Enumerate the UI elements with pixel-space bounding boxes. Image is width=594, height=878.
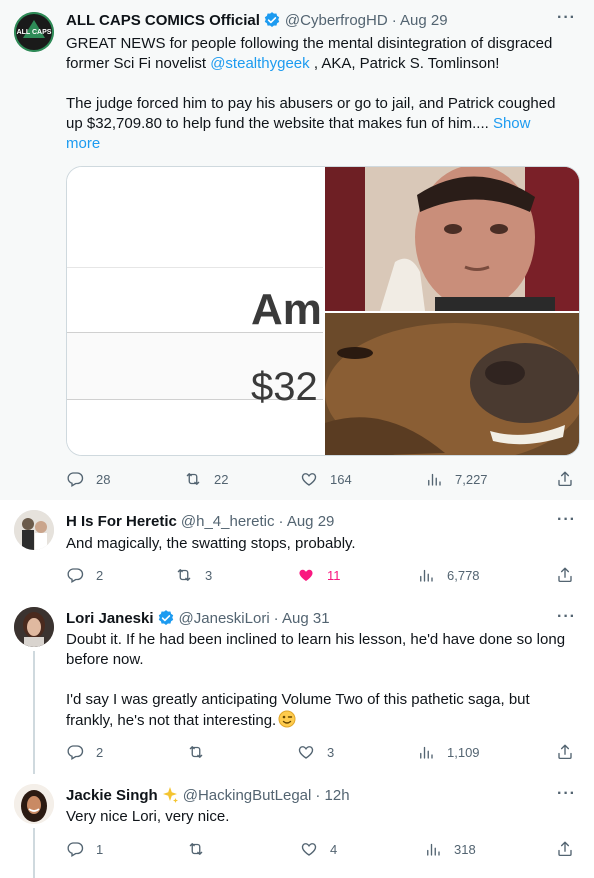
more-options-icon[interactable]: ··· — [557, 9, 576, 27]
views-icon — [417, 566, 435, 584]
tweet-time[interactable]: · Aug 29 — [279, 513, 335, 530]
retweet-button[interactable]: 3 — [175, 566, 212, 584]
reply-icon — [66, 566, 84, 584]
tweet-text: Doubt it. If he had been inclined to lea… — [66, 631, 566, 729]
author-handle[interactable]: @h_4_heretic — [181, 513, 275, 530]
reply-icon — [66, 743, 84, 761]
reply-tweet[interactable]: H Is For Heretic @h_4_heretic · Aug 29 ·… — [0, 500, 594, 597]
man-photo-icon — [325, 167, 579, 311]
reply-tweet[interactable]: Jackie Singh @HackingButLegal · 12h ··· … — [0, 774, 594, 878]
reply-button[interactable]: 2 — [66, 743, 103, 761]
like-filled-icon — [297, 566, 315, 584]
like-icon — [297, 743, 315, 761]
more-options-icon[interactable]: ··· — [557, 511, 576, 529]
retweet-button[interactable] — [187, 743, 217, 761]
views-button[interactable]: 6,778 — [417, 566, 480, 584]
reply-button[interactable]: 28 — [66, 470, 110, 488]
reply-icon — [66, 840, 84, 858]
like-icon — [300, 470, 318, 488]
retweet-icon — [184, 470, 202, 488]
like-button[interactable]: 164 — [300, 470, 352, 488]
retweet-button[interactable]: 22 — [184, 470, 228, 488]
views-button[interactable]: 1,109 — [417, 743, 480, 761]
retweet-icon — [175, 566, 193, 584]
tweet-text: GREAT NEWS for people following the ment… — [66, 35, 556, 152]
share-button[interactable] — [556, 840, 586, 858]
views-icon — [425, 470, 443, 488]
share-icon — [556, 470, 574, 488]
avatar[interactable] — [14, 510, 54, 550]
retweet-icon — [187, 743, 205, 761]
author-name[interactable]: Lori Janeski — [66, 610, 154, 627]
tweet-text: Very nice Lori, very nice. — [66, 808, 230, 825]
avatar[interactable]: ALL CAPS — [14, 12, 54, 52]
avatar-photo-icon — [14, 510, 54, 550]
author-handle[interactable]: @JaneskiLori — [179, 610, 270, 627]
show-more-link-cont[interactable]: more — [66, 135, 100, 152]
share-icon — [556, 840, 574, 858]
media-image-man-crying[interactable] — [325, 167, 579, 311]
author-handle[interactable]: @HackingButLegal — [183, 787, 312, 804]
tweet-actions: 28 22 164 7,227 — [66, 470, 581, 490]
mention-link[interactable]: @stealthygeek — [210, 55, 309, 72]
reply-button[interactable]: 1 — [66, 840, 103, 858]
author-handle[interactable]: @CyberfrogHD — [285, 12, 388, 29]
views-button[interactable]: 318 — [424, 840, 476, 858]
tweet-time[interactable]: · Aug 31 — [274, 610, 330, 627]
share-button[interactable] — [556, 470, 586, 488]
views-icon — [417, 743, 435, 761]
tweet-time[interactable]: · Aug 29 — [392, 12, 448, 29]
verified-badge-icon — [157, 609, 175, 627]
tweet-actions: 2 3 11 6,778 — [66, 566, 581, 586]
avatar[interactable] — [14, 607, 54, 647]
goat-photo-icon — [325, 313, 579, 455]
tweet-header: H Is For Heretic @h_4_heretic · Aug 29 — [66, 511, 334, 531]
like-button[interactable]: 11 — [297, 566, 341, 584]
avatar-photo-icon — [14, 784, 54, 824]
more-options-icon[interactable]: ··· — [557, 608, 576, 626]
tweet-header: ALL CAPS COMICS Official @CyberfrogHD · … — [66, 10, 448, 30]
all-caps-logo-icon: ALL CAPS — [14, 12, 54, 52]
tweet-text: And magically, the swatting stops, proba… — [66, 535, 356, 552]
like-button[interactable]: 4 — [300, 840, 337, 858]
like-icon — [300, 840, 318, 858]
reply-icon — [66, 470, 84, 488]
reply-tweet[interactable]: Lori Janeski @JaneskiLori · Aug 31 ··· D… — [0, 597, 594, 774]
share-button[interactable] — [556, 743, 586, 761]
tweet-header: Jackie Singh @HackingButLegal · 12h — [66, 785, 350, 805]
share-button[interactable] — [556, 566, 586, 584]
tweet-actions: 1 4 318 — [66, 840, 581, 860]
verified-badge-icon — [263, 11, 281, 29]
author-name[interactable]: ALL CAPS COMICS Official — [66, 12, 260, 29]
avatar[interactable] — [14, 784, 54, 824]
share-icon — [556, 743, 574, 761]
retweet-icon — [187, 840, 205, 858]
share-icon — [556, 566, 574, 584]
avatar-photo-icon — [14, 607, 54, 647]
media-image-goat[interactable] — [325, 313, 579, 455]
show-more-link[interactable]: Show — [489, 115, 531, 132]
reply-button[interactable]: 2 — [66, 566, 103, 584]
views-button[interactable]: 7,227 — [425, 470, 488, 488]
media-grid: Am $32 — [66, 166, 580, 456]
winking-face-icon — [278, 710, 296, 728]
author-name[interactable]: H Is For Heretic — [66, 513, 177, 530]
author-name[interactable]: Jackie Singh — [66, 787, 158, 804]
sparkles-icon — [162, 787, 178, 803]
main-tweet[interactable]: ALL CAPS ALL CAPS COMICS Official @Cyber… — [0, 0, 594, 500]
media-image-screenshot[interactable]: Am $32 — [67, 167, 323, 455]
more-options-icon[interactable]: ··· — [557, 785, 576, 803]
tweet-actions: 2 3 1,109 — [66, 743, 581, 763]
views-icon — [424, 840, 442, 858]
thread-connector — [33, 651, 35, 774]
like-button[interactable]: 3 — [297, 743, 334, 761]
thread-connector — [33, 828, 35, 878]
retweet-button[interactable] — [187, 840, 217, 858]
tweet-time[interactable]: · 12h — [315, 787, 349, 804]
tweet-header: Lori Janeski @JaneskiLori · Aug 31 — [66, 608, 330, 628]
svg-text:ALL CAPS: ALL CAPS — [17, 29, 52, 36]
